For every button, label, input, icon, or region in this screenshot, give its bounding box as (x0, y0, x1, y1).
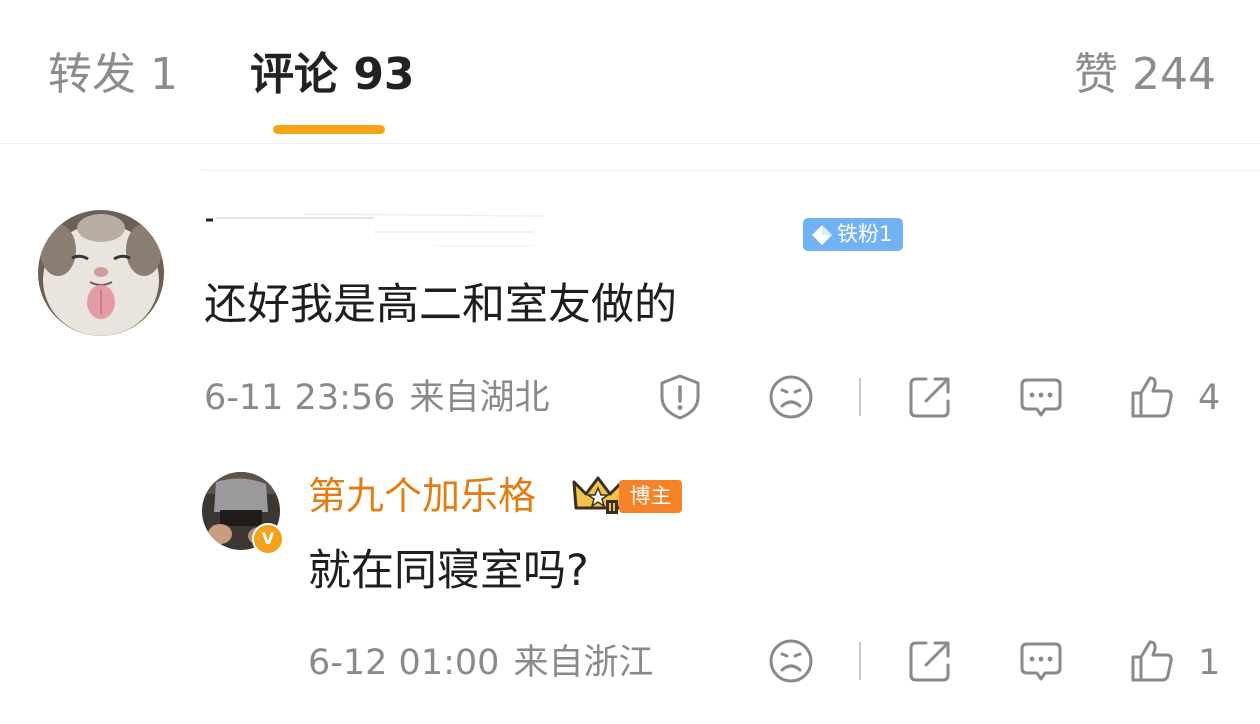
fan-badge-label: 铁粉1 (837, 222, 893, 246)
fan-badge: 铁粉1 (803, 218, 903, 251)
cat-avatar-icon (38, 210, 164, 336)
report-icon (660, 374, 700, 420)
replier-username[interactable]: 第九个加乐格 (308, 470, 536, 522)
commenter-avatar[interactable] (38, 210, 164, 336)
tab-likes[interactable]: 赞 244 (1074, 42, 1216, 108)
reply-location: 来自浙江 (513, 643, 654, 683)
reply-like-count: 1 (1198, 643, 1221, 683)
reply-dislike-button[interactable] (767, 637, 815, 685)
comment-meta: 6-11 23:56 来自湖北 (204, 375, 549, 421)
verified-badge: V (252, 523, 284, 555)
owner-badge: 博主 (619, 480, 682, 513)
share-icon (909, 641, 950, 682)
action-separator (859, 642, 861, 680)
reply-meta: 6-12 01:00 来自浙江 (308, 640, 653, 686)
reply-like-button[interactable] (1128, 637, 1176, 685)
section-divider (202, 170, 1260, 171)
reply-bubble-icon (1020, 378, 1062, 417)
reply-reply-button[interactable] (1017, 637, 1065, 685)
thumbs-up-icon (1131, 376, 1173, 418)
reply-button[interactable] (1017, 373, 1065, 421)
share-icon (909, 377, 950, 418)
diamond-icon (812, 225, 832, 245)
reply-text: 就在同寝室吗? (308, 546, 589, 596)
active-tab-indicator (273, 125, 385, 134)
comment-text: 还好我是高二和室友做的 (204, 280, 677, 330)
bottom-fade (0, 690, 1260, 724)
comment-page: 转发 1 评论 93 赞 244 铁粉1 还好我是高二和室友做的 6-11 23… (0, 0, 1260, 724)
comment-location: 来自湖北 (409, 378, 550, 418)
crown-icon (572, 476, 624, 514)
report-button[interactable] (656, 373, 704, 421)
sad-face-icon (769, 639, 813, 683)
reply-time: 6-12 01:00 (308, 643, 500, 683)
share-button[interactable] (906, 373, 954, 421)
tab-comments[interactable]: 评论 93 (250, 42, 415, 108)
reply-share-button[interactable] (906, 637, 954, 685)
reply-bubble-icon (1020, 642, 1062, 681)
tab-repost[interactable]: 转发 1 (48, 42, 178, 108)
comment-time: 6-11 23:56 (204, 378, 396, 418)
dislike-button[interactable] (767, 373, 815, 421)
masked-username (206, 213, 544, 246)
tab-bar: 转发 1 评论 93 赞 244 (0, 0, 1260, 144)
sad-face-icon (769, 375, 813, 419)
action-separator (859, 378, 861, 416)
thumbs-up-icon (1131, 640, 1173, 682)
like-count: 4 (1198, 378, 1221, 418)
like-button[interactable] (1128, 373, 1176, 421)
